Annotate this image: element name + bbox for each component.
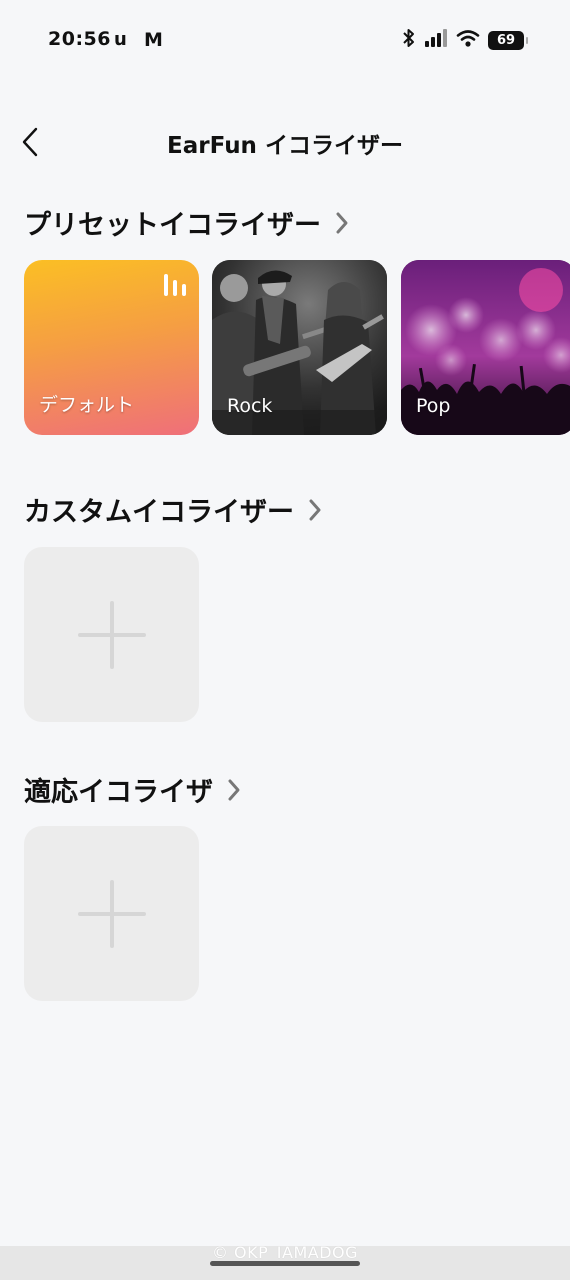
- adaptive-equalizer-header[interactable]: 適応イコライザ: [24, 770, 245, 809]
- watermark-text: © OKP_IAMADOG: [211, 1243, 359, 1262]
- chevron-right-icon: [223, 777, 245, 803]
- plus-icon: [77, 879, 146, 948]
- battery-icon: 69: [488, 30, 528, 50]
- section-title-custom: カスタムイコライザー: [24, 497, 294, 528]
- preset-card-rock[interactable]: Rock: [212, 260, 387, 435]
- app-header: EarFun イコライザー: [0, 110, 570, 174]
- signal-icon: [424, 29, 448, 51]
- battery-level: 69: [496, 32, 516, 48]
- custom-equalizer-header[interactable]: カスタムイコライザー: [24, 490, 326, 529]
- add-adaptive-equalizer-button[interactable]: [24, 826, 199, 1001]
- u-app-icon: u: [114, 29, 127, 50]
- status-indicators: 69: [402, 28, 528, 52]
- chevron-right-icon: [331, 210, 353, 236]
- preset-card-pop[interactable]: Pop: [401, 260, 570, 435]
- m-app-icon: M: [144, 29, 163, 51]
- bluetooth-icon: [402, 28, 416, 52]
- home-indicator[interactable]: [210, 1261, 360, 1266]
- status-time: 20:56: [48, 28, 111, 50]
- status-bar: 20:56 u M 69: [0, 0, 570, 80]
- page-title: EarFun イコライザー: [167, 133, 403, 159]
- plus-icon: [77, 600, 146, 669]
- preset-card-default[interactable]: デフォルト: [24, 260, 199, 435]
- preset-equalizer-header[interactable]: プリセットイコライザー: [24, 203, 353, 242]
- preset-label: デフォルト: [39, 394, 135, 416]
- preset-carousel[interactable]: デフォルト Rock Pop: [24, 260, 570, 436]
- preset-label: Pop: [416, 395, 451, 417]
- preset-label: Rock: [227, 395, 273, 417]
- section-title-adaptive: 適応イコライザ: [24, 777, 213, 808]
- add-custom-equalizer-button[interactable]: [24, 547, 199, 722]
- chevron-right-icon: [304, 497, 326, 523]
- section-title-preset: プリセットイコライザー: [24, 210, 321, 241]
- wifi-icon: [456, 29, 480, 51]
- equalizer-bars-icon: [163, 274, 187, 296]
